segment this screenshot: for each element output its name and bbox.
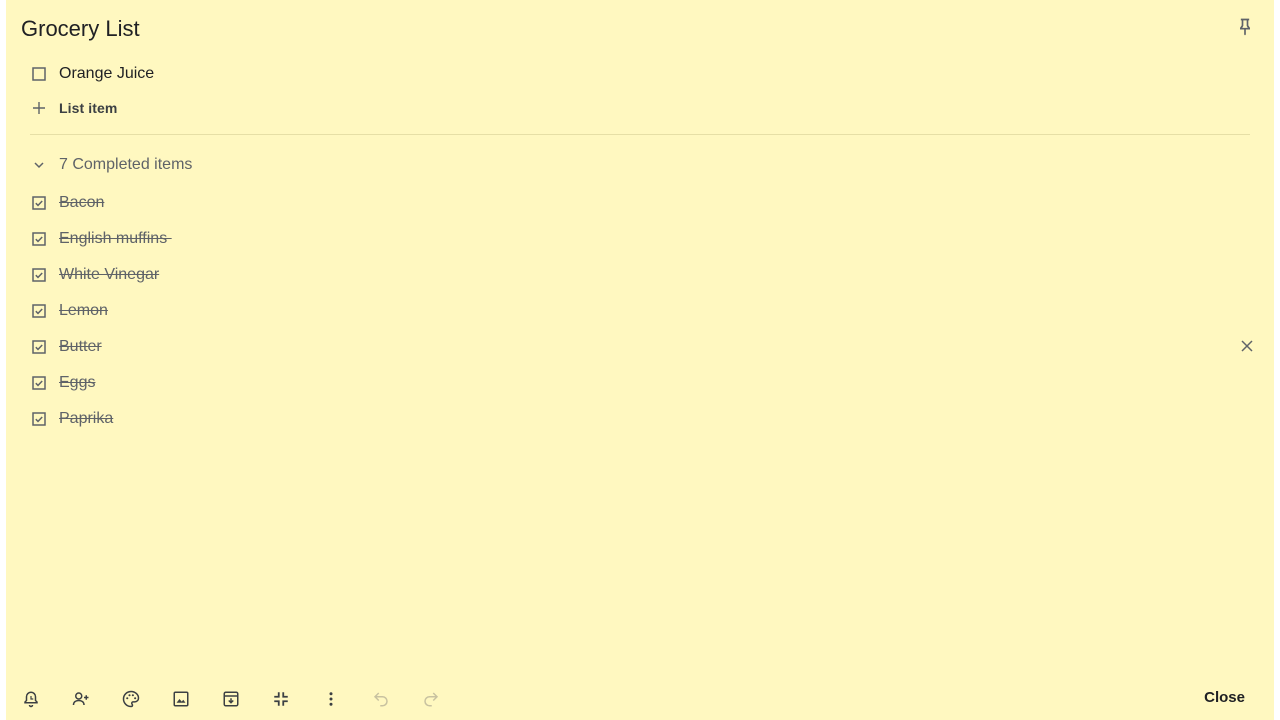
note-editor: Grocery List Orange Juice List item 7 Co… [6,0,1274,720]
archive-button[interactable] [216,686,246,716]
collaborator-icon [72,690,90,713]
add-list-item-label: List item [59,100,118,116]
add-image-button[interactable] [166,686,196,716]
checkbox-checked[interactable] [30,302,48,320]
checkbox-checked[interactable] [30,338,48,356]
checkbox-checked[interactable] [30,230,48,248]
completed-item: Eggs [30,371,95,395]
collapse-icon [272,690,290,713]
pin-icon [1235,17,1255,42]
checkbox-unchecked[interactable] [30,65,48,83]
more-vert-icon [322,690,340,713]
redo-icon [422,690,440,713]
note-title[interactable]: Grocery List [21,15,140,43]
close-button[interactable]: Close [1204,688,1245,708]
add-list-item[interactable]: List item [30,96,117,120]
pin-button[interactable] [1230,14,1260,44]
collapse-button[interactable] [266,686,296,716]
redo-button[interactable] [416,686,446,716]
reminder-bell-icon [22,690,40,713]
palette-icon [122,690,140,713]
completed-item-text[interactable]: Butter [59,338,102,356]
completed-item: White Vinegar [30,263,159,287]
completed-item-text[interactable]: Lemon [59,302,108,320]
completed-item: Paprika [30,407,113,431]
completed-items-count: 7 Completed items [59,156,193,173]
checkbox-checked[interactable] [30,374,48,392]
completed-item: Butter [30,335,102,359]
completed-item-text[interactable]: Eggs [59,374,95,392]
note-toolbar: Close [6,676,1274,720]
completed-item: Bacon [30,191,104,215]
completed-item: Lemon [30,299,108,323]
list-item-text[interactable]: Orange Juice [59,65,154,83]
archive-icon [222,690,240,713]
image-icon [172,690,190,713]
completed-item-text[interactable]: Bacon [59,194,104,212]
completed-item-text[interactable]: White Vinegar [59,266,159,284]
completed-item: English muffins [30,227,172,251]
undo-icon [372,690,390,713]
collaborator-button[interactable] [66,686,96,716]
list-item: Orange Juice [30,62,154,86]
undo-button[interactable] [366,686,396,716]
checkbox-checked[interactable] [30,194,48,212]
more-options-button[interactable] [316,686,346,716]
plus-icon [30,99,48,117]
completed-item-text[interactable]: Paprika [59,410,113,428]
chevron-down-icon [30,156,48,174]
completed-item-text[interactable]: English muffins [59,230,172,248]
close-icon [1240,339,1254,358]
completed-items-toggle[interactable]: 7 Completed items [30,153,192,177]
remove-item-button[interactable] [1237,338,1257,358]
checkbox-checked[interactable] [30,266,48,284]
remind-me-button[interactable] [16,686,46,716]
checkbox-checked[interactable] [30,410,48,428]
background-options-button[interactable] [116,686,146,716]
divider [30,134,1250,135]
